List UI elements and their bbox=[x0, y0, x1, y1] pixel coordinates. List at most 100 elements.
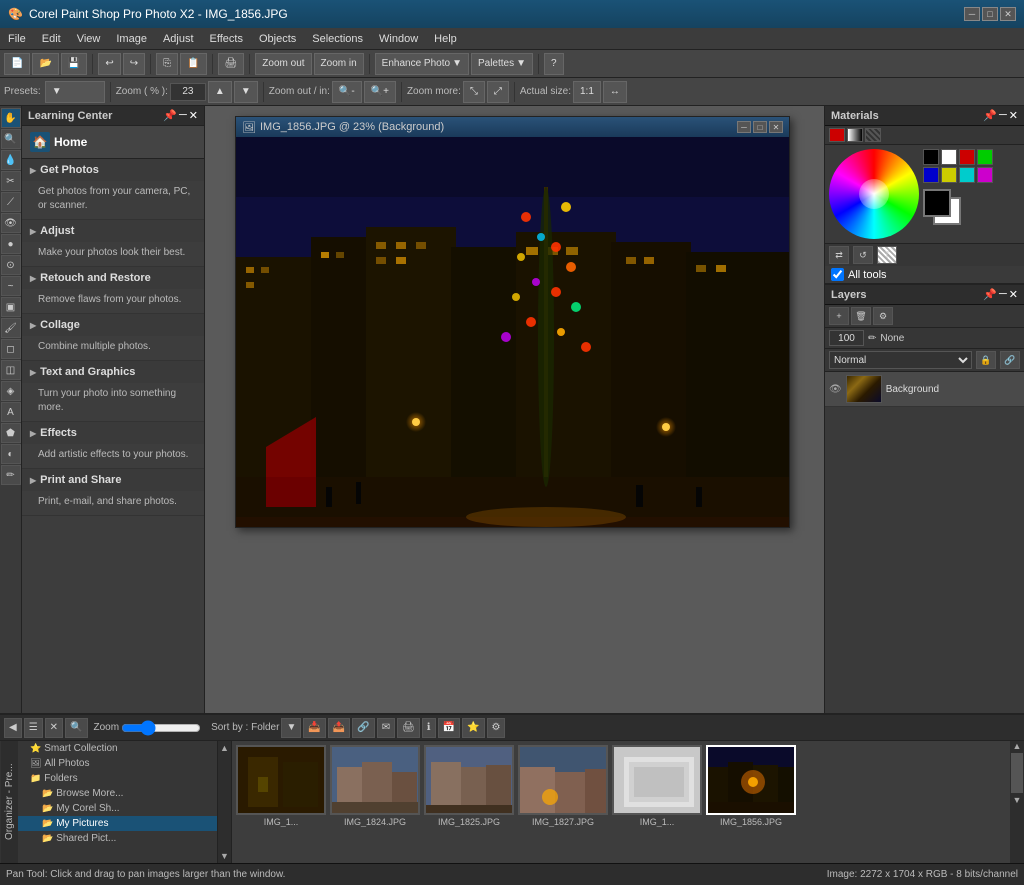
thumbnail-1[interactable]: IMG_1... bbox=[236, 745, 326, 827]
foreground-color-swatch[interactable] bbox=[923, 189, 951, 217]
print-button[interactable]: 🖨 bbox=[218, 53, 245, 75]
image-maximize-button[interactable]: □ bbox=[753, 121, 767, 133]
close-button[interactable]: ✕ bbox=[1000, 7, 1016, 21]
lay-close-button[interactable]: ✕ bbox=[1009, 288, 1018, 301]
image-minimize-button[interactable]: ─ bbox=[737, 121, 751, 133]
brush-tool[interactable]: ✏ bbox=[1, 465, 21, 485]
org-tree-smart-collection[interactable]: ⭐ Smart Collection bbox=[18, 741, 217, 756]
paste-button[interactable]: 📋 bbox=[180, 53, 206, 75]
help-button[interactable]: ? bbox=[544, 53, 564, 75]
actual-size-btn[interactable]: 1:1 bbox=[573, 81, 601, 103]
thumbnail-3[interactable]: IMG_1825.JPG bbox=[424, 745, 514, 827]
crop-tool[interactable]: ✂ bbox=[1, 171, 21, 191]
open-button[interactable]: 📂 bbox=[32, 53, 58, 75]
lc-section-header-collage[interactable]: ▶ Collage bbox=[22, 314, 204, 336]
sidebar-scroll-up[interactable]: ▲ bbox=[220, 743, 229, 753]
color-wheel[interactable] bbox=[829, 149, 919, 239]
org-tree-folders[interactable]: 📁 Folders bbox=[18, 771, 217, 786]
enhance-photo-button[interactable]: Enhance Photo ▼ bbox=[375, 53, 469, 75]
lc-section-header-text[interactable]: ▶ Text and Graphics bbox=[22, 361, 204, 383]
presets-select[interactable]: ▼ bbox=[45, 81, 105, 103]
lock-button[interactable]: 🔒 bbox=[976, 351, 996, 369]
thumbnail-2[interactable]: IMG_1824.JPG bbox=[330, 745, 420, 827]
zoom-fit-btn[interactable]: ⤢ bbox=[487, 81, 509, 103]
menu-selections[interactable]: Selections bbox=[304, 28, 371, 50]
org-tree-all-photos[interactable]: 🖼 All Photos bbox=[18, 756, 217, 771]
zoom-more-btn[interactable]: ⤡ bbox=[463, 81, 485, 103]
mat-minimize-button[interactable]: ─ bbox=[999, 109, 1007, 122]
thumbnail-5[interactable]: IMG_1... bbox=[612, 745, 702, 827]
link-button[interactable]: 🔗 bbox=[1000, 351, 1020, 369]
swatch-magenta[interactable] bbox=[977, 167, 993, 183]
lc-minimize-button[interactable]: ─ bbox=[179, 109, 187, 122]
canvas-area[interactable]: 🖼 IMG_1856.JPG @ 23% (Background) ─ □ ✕ bbox=[205, 106, 824, 713]
new-layer-button[interactable]: + bbox=[829, 307, 849, 325]
undo-button[interactable]: ↩ bbox=[98, 53, 120, 75]
zoom-out-button[interactable]: Zoom out bbox=[255, 53, 311, 75]
image-close-button[interactable]: ✕ bbox=[769, 121, 783, 133]
lc-section-header-get-photos[interactable]: ▶ Get Photos bbox=[22, 159, 204, 181]
organizer-tab-label[interactable]: Organizer - Pre... bbox=[0, 741, 18, 863]
lay-minimize-button[interactable]: ─ bbox=[999, 288, 1007, 301]
delete-layer-button[interactable]: 🗑 bbox=[851, 307, 871, 325]
org-tree-corel[interactable]: 📂 My Corel Sh... bbox=[18, 801, 217, 816]
copy-button[interactable]: ⎘ bbox=[156, 53, 178, 75]
dropper-tool[interactable]: 💧 bbox=[1, 150, 21, 170]
straighten-tool[interactable]: ⟋ bbox=[1, 192, 21, 212]
swatch-cyan[interactable] bbox=[959, 167, 975, 183]
mat-pattern-tab[interactable] bbox=[865, 128, 881, 142]
mat-gradient-tab[interactable] bbox=[847, 128, 863, 142]
maximize-button[interactable]: □ bbox=[982, 7, 998, 21]
org-scroll-up[interactable]: ▲ bbox=[1013, 741, 1022, 751]
lc-section-header-retouch[interactable]: ▶ Retouch and Restore bbox=[22, 267, 204, 289]
menu-help[interactable]: Help bbox=[426, 28, 465, 50]
zoom-in-button[interactable]: Zoom in bbox=[314, 53, 364, 75]
all-tools-checkbox[interactable] bbox=[831, 268, 844, 281]
menu-adjust[interactable]: Adjust bbox=[155, 28, 202, 50]
palettes-button[interactable]: Palettes ▼ bbox=[471, 53, 533, 75]
swatch-yellow[interactable] bbox=[941, 167, 957, 183]
scratch-tool[interactable]: ~ bbox=[1, 276, 21, 296]
red-eye-tool[interactable]: 👁 bbox=[1, 213, 21, 233]
opacity-input[interactable] bbox=[829, 330, 864, 346]
shape-tool[interactable]: ⬟ bbox=[1, 423, 21, 443]
org-scroll-down[interactable]: ▼ bbox=[1013, 795, 1022, 805]
eraser-tool[interactable]: ◻ bbox=[1, 339, 21, 359]
menu-effects[interactable]: Effects bbox=[202, 28, 251, 50]
lay-pin-button[interactable]: 📌 bbox=[983, 288, 997, 301]
swatch-blue[interactable] bbox=[923, 167, 939, 183]
zoom-input[interactable] bbox=[170, 83, 206, 101]
lc-section-header-adjust[interactable]: ▶ Adjust bbox=[22, 220, 204, 242]
thumbnail-6[interactable]: IMG_1856.JPG bbox=[706, 745, 796, 827]
org-tree-pictures[interactable]: 📂 My Pictures bbox=[18, 816, 217, 831]
org-scroll-thumb[interactable] bbox=[1011, 753, 1023, 793]
swap-colors-button[interactable]: ⇄ bbox=[829, 246, 849, 264]
org-tree-shared[interactable]: 📂 Shared Pict... bbox=[18, 831, 217, 846]
lc-section-header-effects[interactable]: ▶ Effects bbox=[22, 422, 204, 444]
org-tree-browse[interactable]: 📂 Browse More... bbox=[18, 786, 217, 801]
retouch-tool[interactable]: ● bbox=[1, 234, 21, 254]
layer-item-background[interactable]: 👁 Background bbox=[825, 372, 1024, 407]
redo-button[interactable]: ↪ bbox=[123, 53, 145, 75]
dodge-tool[interactable]: ◐ bbox=[1, 444, 21, 464]
pan-tool[interactable]: ✋ bbox=[1, 108, 21, 128]
thumbnail-4[interactable]: IMG_1827.JPG bbox=[518, 745, 608, 827]
clone-tool[interactable]: ⊙ bbox=[1, 255, 21, 275]
blend-mode-select[interactable]: Normal Multiply Screen Overlay bbox=[829, 351, 972, 369]
zoom-out-btn-2[interactable]: 🔍- bbox=[332, 81, 362, 103]
transparent-button[interactable]: T bbox=[877, 246, 897, 264]
swatch-green[interactable] bbox=[977, 149, 993, 165]
select-tool[interactable]: ◫ bbox=[1, 360, 21, 380]
swatch-black[interactable] bbox=[923, 149, 939, 165]
mat-pin-button[interactable]: 📌 bbox=[983, 109, 997, 122]
reset-colors-button[interactable]: ↺ bbox=[853, 246, 873, 264]
zoom-tool[interactable]: 🔍 bbox=[1, 129, 21, 149]
mat-close-button[interactable]: ✕ bbox=[1009, 109, 1018, 122]
layer-settings-button[interactable]: ⚙ bbox=[873, 307, 893, 325]
vector-tool[interactable]: ◈ bbox=[1, 381, 21, 401]
menu-view[interactable]: View bbox=[69, 28, 109, 50]
fill-tool[interactable]: ▣ bbox=[1, 297, 21, 317]
lc-close-button[interactable]: ✕ bbox=[189, 109, 198, 122]
save-button[interactable]: 💾 bbox=[61, 53, 87, 75]
lc-pin-button[interactable]: 📌 bbox=[163, 109, 177, 122]
